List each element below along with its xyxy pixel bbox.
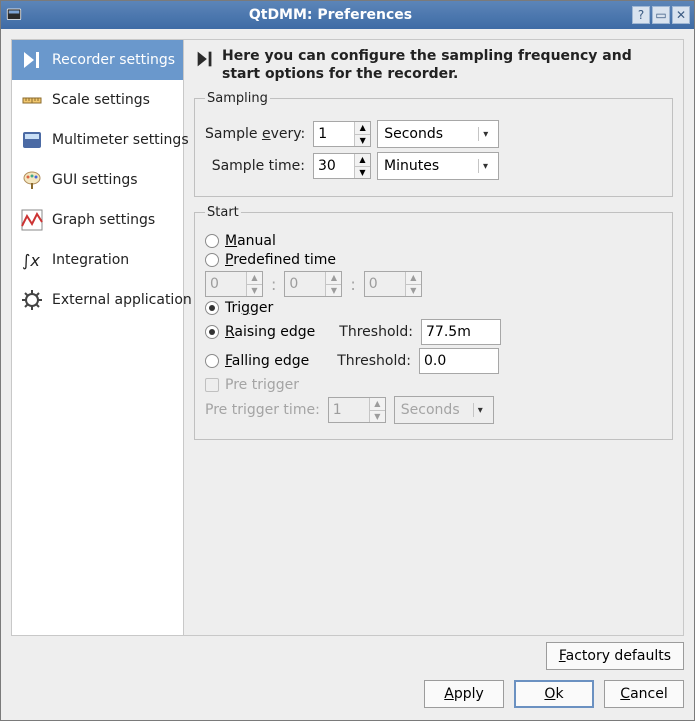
scale-icon (20, 88, 44, 112)
sample-time-unit-combo[interactable]: Minutes ▾ (377, 152, 499, 180)
minimize-button[interactable]: ▭ (652, 6, 670, 24)
predef-hour-spin: ▲▼ (205, 271, 263, 297)
sidebar-item-recorder[interactable]: Recorder settings (12, 40, 183, 80)
sample-every-input[interactable] (314, 122, 354, 146)
radio-label: Manual (225, 233, 276, 249)
titlebar: QtDMM: Preferences ? ▭ ✕ (1, 1, 694, 29)
predef-min-spin: ▲▼ (284, 271, 342, 297)
combo-text: Seconds (401, 402, 469, 418)
sample-every-spin[interactable]: ▲▼ (313, 121, 371, 147)
start-legend: Start (205, 205, 241, 220)
start-trigger-radio[interactable]: Trigger (205, 300, 273, 316)
threshold-label: Threshold: (337, 353, 411, 369)
sidebar-item-label: Integration (52, 252, 129, 268)
raising-edge-radio[interactable]: Raising edge (205, 324, 315, 340)
sidebar-item-label: Recorder settings (52, 52, 175, 68)
svg-text:∫x: ∫x (22, 251, 40, 270)
sidebar-item-label: Scale settings (52, 92, 150, 108)
check-label: Pre trigger (225, 377, 299, 393)
sidebar-item-graph[interactable]: Graph settings (12, 200, 183, 240)
sidebar-item-multimeter[interactable]: Multimeter settings (12, 120, 183, 160)
window-title: QtDMM: Preferences (29, 7, 632, 23)
start-group: Start Manual Predefined time ▲▼ : ▲▼ : ▲… (194, 205, 673, 440)
recorder-icon (20, 48, 44, 72)
radio-label: Falling edge (225, 353, 309, 369)
sidebar-item-integration[interactable]: ∫x Integration (12, 240, 183, 280)
sidebar-item-gui[interactable]: GUI settings (12, 160, 183, 200)
apply-button[interactable]: Apply (424, 680, 504, 708)
graph-icon (20, 208, 44, 232)
page-description: Here you can configure the sampling freq… (222, 48, 673, 83)
sample-time-input[interactable] (314, 154, 354, 178)
spin-down[interactable]: ▼ (355, 167, 370, 179)
chevron-down-icon: ▾ (473, 403, 487, 417)
falling-edge-radio[interactable]: Falling edge (205, 353, 309, 369)
sidebar-item-label: Multimeter settings (52, 132, 189, 148)
app-icon (5, 6, 23, 24)
combo-text: Minutes (384, 158, 474, 174)
radio-label: Predefined time (225, 252, 336, 268)
sample-time-spin[interactable]: ▲▼ (313, 153, 371, 179)
combo-text: Seconds (384, 126, 474, 142)
pre-trigger-time-unit-combo: Seconds ▾ (394, 396, 494, 424)
sidebar-item-label: External application (52, 292, 192, 308)
radio-label: Trigger (225, 300, 273, 316)
integration-icon: ∫x (20, 248, 44, 272)
sidebar-item-external[interactable]: External application (12, 280, 183, 320)
close-button[interactable]: ✕ (672, 6, 690, 24)
ok-button[interactable]: Ok (514, 680, 594, 708)
sidebar-item-scale[interactable]: Scale settings (12, 80, 183, 120)
sample-time-label: Sample time: (205, 158, 305, 174)
chevron-down-icon: ▾ (478, 127, 492, 141)
raising-threshold-input[interactable] (421, 319, 501, 345)
predef-sec-spin: ▲▼ (364, 271, 422, 297)
falling-threshold-input[interactable] (419, 348, 499, 374)
pre-trigger-check: Pre trigger (205, 377, 299, 393)
sidebar-item-label: GUI settings (52, 172, 138, 188)
sampling-legend: Sampling (205, 91, 270, 106)
sample-every-unit-combo[interactable]: Seconds ▾ (377, 120, 499, 148)
chevron-down-icon: ▾ (478, 159, 492, 173)
page-recorder-icon (194, 48, 216, 70)
gui-icon (20, 168, 44, 192)
sidebar-item-label: Graph settings (52, 212, 155, 228)
dialog-buttons: Apply Ok Cancel (11, 680, 684, 708)
sampling-group: Sampling Sample every: ▲▼ Seconds ▾ Samp… (194, 91, 673, 197)
main-panel: Here you can configure the sampling freq… (184, 40, 683, 635)
threshold-label: Threshold: (339, 324, 413, 340)
start-predefined-radio[interactable]: Predefined time (205, 252, 336, 268)
radio-label: Raising edge (225, 324, 315, 340)
pre-trigger-time-label: Pre trigger time: (205, 402, 320, 418)
start-manual-radio[interactable]: Manual (205, 233, 276, 249)
external-icon (20, 288, 44, 312)
help-button[interactable]: ? (632, 6, 650, 24)
sidebar: Recorder settings Scale settings Multime… (12, 40, 184, 635)
spin-up[interactable]: ▲ (355, 154, 370, 167)
sample-every-label: Sample every: (205, 126, 305, 142)
factory-defaults-button[interactable]: Factory defaults (546, 642, 684, 670)
spin-down[interactable]: ▼ (355, 135, 370, 147)
cancel-button[interactable]: Cancel (604, 680, 684, 708)
pre-trigger-time-spin: ▲▼ (328, 397, 386, 423)
spin-up[interactable]: ▲ (355, 122, 370, 135)
multimeter-icon (20, 128, 44, 152)
